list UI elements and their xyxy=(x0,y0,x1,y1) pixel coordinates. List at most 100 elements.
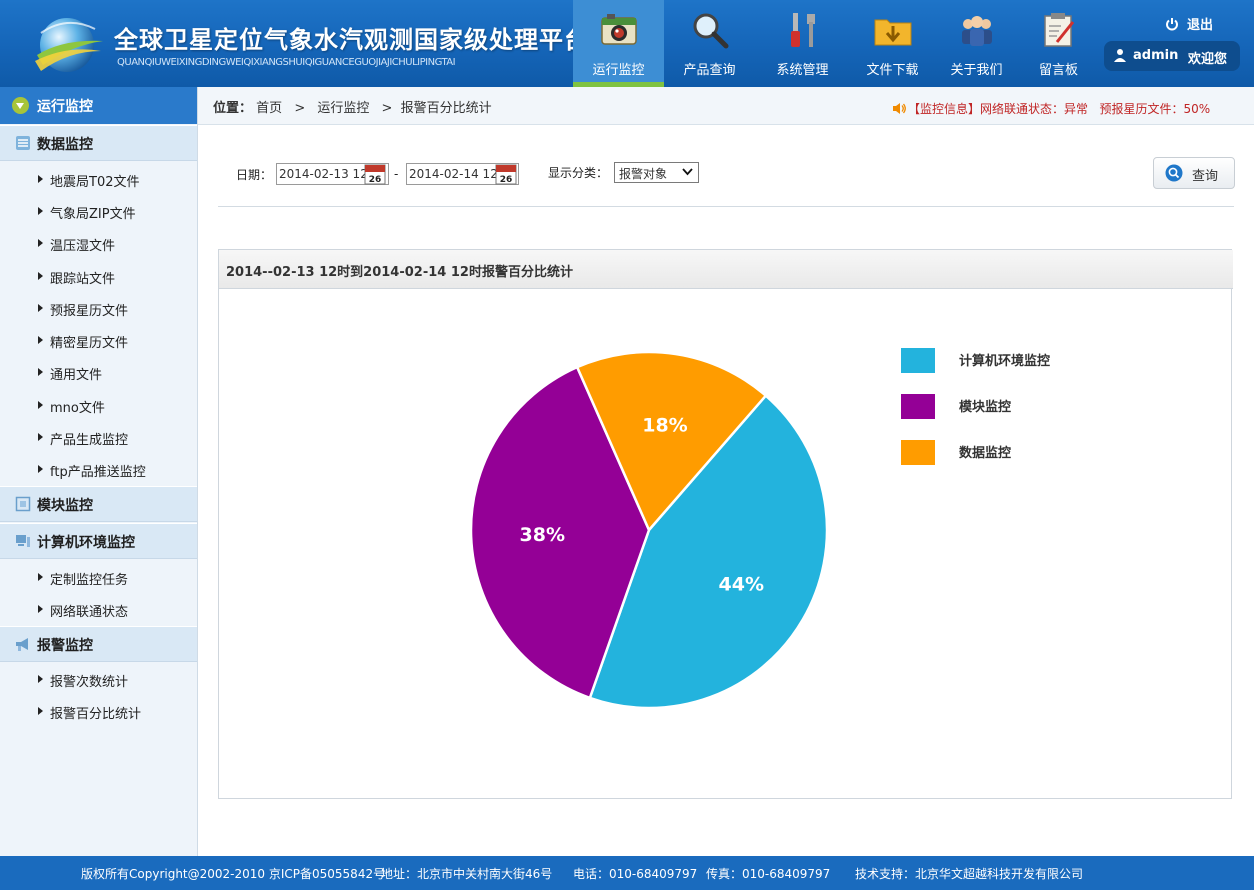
logout-label: 退出 xyxy=(1187,18,1214,33)
sidebar-top-label: 运行监控 xyxy=(37,99,93,115)
sidebar-item-forecast-ephemeris[interactable]: 预报星历文件 xyxy=(0,294,197,324)
monitor-status-text: 【监控信息】网络联通状态：异常 预报星历文件：50% xyxy=(908,102,1211,116)
pie-chart: 44% 38% 18% 计算机环境监控模块监控数据监控 xyxy=(469,348,1050,710)
sidebar-item-label: 通用文件 xyxy=(50,368,103,383)
filter-bar: 日期： 2014-02-13 12 26 - 2014-02-14 12 26 … xyxy=(218,150,1235,207)
sidebar-item-label: 报警百分比统计 xyxy=(50,707,142,722)
sidebar-group-alarm-monitor[interactable]: 报警监控 xyxy=(0,626,197,662)
sidebar-item-label: 定制监控任务 xyxy=(50,573,129,588)
category-label: 显示分类： xyxy=(548,166,609,180)
nav-message-board[interactable]: 留言板 xyxy=(1013,0,1104,87)
nav-label: 系统管理 xyxy=(776,63,829,78)
breadcrumb-run-monitor[interactable]: 运行监控 xyxy=(317,101,369,116)
breadcrumb: 位置： 首页 > 运行监控 > 报警百分比统计 xyxy=(213,97,492,116)
site-subtitle: QUANQIUWEIXINGDINGWEIQIXIANGSHUIQIGUANCE… xyxy=(117,57,456,68)
calendar-day: 26 xyxy=(369,175,382,185)
notepad-icon xyxy=(1044,13,1075,47)
legend-swatch xyxy=(901,348,935,373)
nav-about-us[interactable]: 关于我们 xyxy=(931,0,1022,87)
tools-icon xyxy=(791,13,815,47)
power-icon xyxy=(1166,18,1178,31)
sidebar-item-alarm-percent[interactable]: 报警百分比统计 xyxy=(0,697,197,727)
username: admin xyxy=(1133,48,1179,63)
legend-swatch xyxy=(901,394,935,419)
sidebar-item-temp-pressure[interactable]: 温压湿文件 xyxy=(0,229,197,259)
sidebar-group-label: 报警监控 xyxy=(37,638,93,654)
sidebar-item-label: 气象局ZIP文件 xyxy=(50,207,136,222)
sidebar-item-mno-file[interactable]: mno文件 xyxy=(0,391,197,421)
sidebar-item-label: 跟踪站文件 xyxy=(50,272,116,287)
sidebar-item-label: 精密星历文件 xyxy=(50,336,129,351)
nav-system-manage[interactable]: 系统管理 xyxy=(757,0,848,87)
breadcrumb-current: 报警百分比统计 xyxy=(400,101,492,116)
sidebar-group-label: 模块监控 xyxy=(37,498,93,514)
globe-logo-icon xyxy=(35,18,103,72)
site-title: 全球卫星定位气象水汽观测国家级处理平台 xyxy=(114,26,589,54)
category-select[interactable]: 报警对象 xyxy=(614,162,699,183)
calendar-day: 26 xyxy=(500,175,513,185)
sidebar-item-label: 产品生成监控 xyxy=(50,433,129,448)
sidebar-group-module-monitor[interactable]: 模块监控 xyxy=(0,486,197,522)
category-value: 报警对象 xyxy=(619,167,668,181)
breadcrumb-separator: > xyxy=(381,101,393,116)
footer-phone: 电话：010-68409797 xyxy=(573,867,698,881)
sidebar-item-label: 地震局T02文件 xyxy=(50,175,140,190)
sidebar-item-precise-ephemeris[interactable]: 精密星历文件 xyxy=(0,326,197,356)
chart-panel: 2014--02-13 12时到2014-02-14 12时报警百分比统计 44… xyxy=(218,249,1233,799)
header-bar: 全球卫星定位气象水汽观测国家级处理平台 QUANQIUWEIXINGDINGWE… xyxy=(0,0,1254,87)
footer-fax: 传真：010-68409797 xyxy=(706,867,831,881)
date-label: 日期： xyxy=(236,168,273,182)
sidebar-group-label: 数据监控 xyxy=(37,137,93,153)
sidebar-group-data-monitor[interactable]: 数据监控 xyxy=(0,125,197,161)
sidebar-item-t02[interactable]: 地震局T02文件 xyxy=(0,165,197,195)
footer: 版权所有Copyright@2002-2010 京ICP备05055842号 地… xyxy=(0,856,1254,890)
footer-copyright: 版权所有Copyright@2002-2010 京ICP备05055842号 xyxy=(81,867,386,881)
nav-product-query[interactable]: 产品查询 xyxy=(664,0,755,87)
sidebar-group-computer-env[interactable]: 计算机环境监控 xyxy=(0,523,197,559)
query-label: 查询 xyxy=(1192,169,1219,184)
chevron-down-circle-icon xyxy=(12,97,29,114)
sidebar: 运行监控 数据监控 地震局T02文件 气象局ZIP文件 温压湿文件 跟踪站文件 … xyxy=(0,87,198,856)
sidebar-item-label: mno文件 xyxy=(50,401,105,416)
sidebar-item-product-gen[interactable]: 产品生成监控 xyxy=(0,423,197,453)
sidebar-item-alarm-count[interactable]: 报警次数统计 xyxy=(0,665,197,695)
sidebar-item-ftp-push[interactable]: ftp产品推送监控 xyxy=(0,455,197,485)
nav-label: 留言板 xyxy=(1038,63,1078,78)
monitor-status: 【监控信息】网络联通状态：异常 预报星历文件：50% xyxy=(892,100,1210,117)
sidebar-item-network-status[interactable]: 网络联通状态 xyxy=(0,595,197,625)
calendar-icon[interactable]: 26 xyxy=(364,163,386,185)
user-info: admin 欢迎您 xyxy=(1104,41,1240,71)
sidebar-item-label: ftp产品推送监控 xyxy=(50,465,146,480)
nav-run-monitor[interactable]: 运行监控 xyxy=(573,0,664,87)
breadcrumb-prefix: 位置： xyxy=(213,101,253,116)
pie-slice-label: 44% xyxy=(719,574,764,596)
nav-file-download[interactable]: 文件下载 xyxy=(847,0,938,87)
magnifier-icon xyxy=(693,13,729,49)
breadcrumb-bar: 位置： 首页 > 运行监控 > 报警百分比统计 【监控信息】网络联通状态：异常 … xyxy=(198,87,1254,125)
calendar-icon[interactable]: 26 xyxy=(495,163,517,185)
sidebar-item-zip[interactable]: 气象局ZIP文件 xyxy=(0,197,197,227)
sidebar-item-general-file[interactable]: 通用文件 xyxy=(0,358,197,388)
nav-label: 运行监控 xyxy=(592,63,645,78)
sidebar-item-tracking-station[interactable]: 跟踪站文件 xyxy=(0,262,197,292)
legend-label: 模块监控 xyxy=(959,399,1011,415)
footer-support: 技术支持：北京华文超越科技开发有限公司 xyxy=(855,867,1084,881)
breadcrumb-separator: > xyxy=(294,101,306,116)
query-button[interactable]: 查询 xyxy=(1153,157,1235,189)
sidebar-top-run-monitor[interactable]: 运行监控 xyxy=(0,87,197,124)
search-icon xyxy=(1165,164,1183,182)
users-icon xyxy=(962,16,992,46)
pie-slice-label: 38% xyxy=(520,524,565,546)
pie-slice-label: 18% xyxy=(642,414,687,436)
logout-button[interactable]: 退出 xyxy=(1165,14,1213,33)
sidebar-item-label: 报警次数统计 xyxy=(50,675,129,690)
camera-monitor-icon xyxy=(601,14,637,45)
sidebar-item-label: 温压湿文件 xyxy=(50,239,116,254)
footer-address: 地址：北京市中关村南大街46号 xyxy=(381,867,553,881)
sidebar-item-custom-task[interactable]: 定制监控任务 xyxy=(0,563,197,593)
sidebar-item-label: 预报星历文件 xyxy=(50,304,129,319)
folder-download-icon xyxy=(874,19,912,46)
welcome-text: 欢迎您 xyxy=(1188,52,1228,67)
sidebar-item-label: 网络联通状态 xyxy=(50,605,129,620)
breadcrumb-home[interactable]: 首页 xyxy=(256,101,282,116)
